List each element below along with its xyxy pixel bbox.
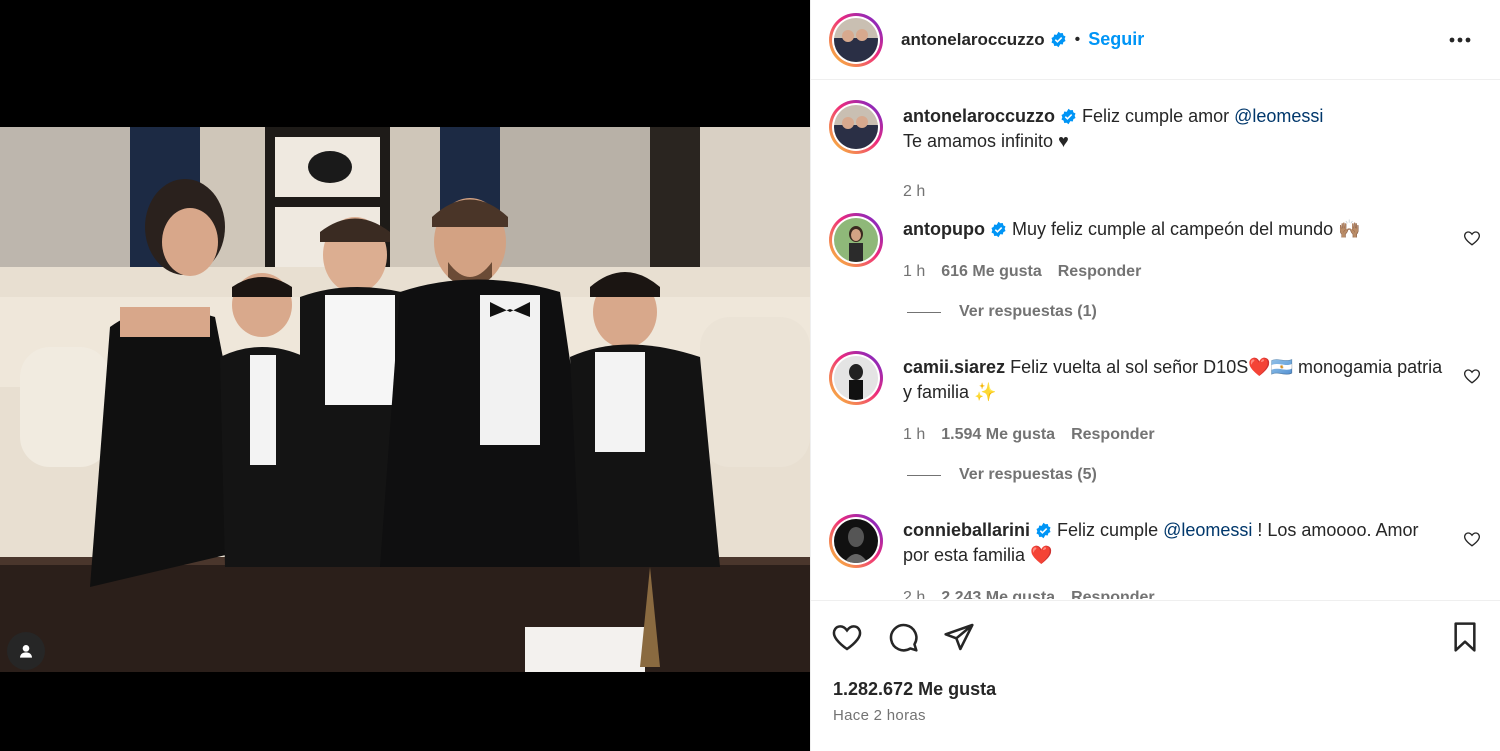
caption-avatar[interactable]	[829, 100, 883, 154]
verified-icon	[1061, 108, 1076, 125]
user-tag-icon[interactable]	[7, 632, 45, 670]
verified-icon	[1036, 522, 1051, 539]
follow-button[interactable]: Seguir	[1088, 29, 1144, 50]
view-replies-button[interactable]: Ver respuestas (5)	[907, 466, 1097, 484]
post-header: antonelaroccuzzo • Seguir	[811, 0, 1500, 80]
comment-text: Feliz cumple	[1057, 520, 1164, 540]
caption: antonelaroccuzzo Feliz cumple amor @leom…	[829, 100, 1483, 200]
comment-text: Muy feliz cumple al campeón del mundo 🙌🏽	[1012, 219, 1361, 239]
post-photo[interactable]	[0, 127, 810, 672]
heart-icon[interactable]	[831, 621, 863, 653]
view-replies-label: Ver respuestas (1)	[959, 303, 1097, 320]
replies-divider	[907, 311, 941, 313]
like-comment-heart-icon[interactable]	[1463, 530, 1481, 548]
comment-username[interactable]: antopupo	[903, 219, 985, 239]
view-replies-label: Ver respuestas (5)	[959, 466, 1097, 483]
author-username[interactable]: antonelaroccuzzo	[901, 30, 1045, 50]
comment-username[interactable]: camii.siarez	[903, 357, 1005, 377]
comment-mention-link[interactable]: @leomessi	[1163, 520, 1252, 540]
verified-icon	[991, 221, 1006, 238]
comment-item: connieballarini Feliz cumple @leomessi !…	[829, 514, 1483, 599]
author-avatar[interactable]	[829, 12, 883, 67]
like-comment-heart-icon[interactable]	[1463, 367, 1481, 385]
caption-text: Feliz cumple amor	[1082, 106, 1235, 126]
comment-item: camii.siarez Feliz vuelta al sol señor D…	[829, 351, 1483, 443]
comment-username[interactable]: connieballarini	[903, 520, 1030, 540]
verified-icon	[1051, 31, 1066, 48]
post-timestamp: Hace 2 horas	[833, 707, 926, 724]
post-panel: antonelaroccuzzo • Seguir antonelaroccuz…	[810, 0, 1500, 751]
post-likes-count[interactable]: 1.282.672 Me gusta	[833, 679, 996, 700]
comment-likes[interactable]: 1.594 Me gusta	[941, 426, 1055, 444]
caption-mention-link[interactable]: @leomessi	[1234, 106, 1323, 126]
share-icon[interactable]	[943, 621, 975, 653]
caption-text-line2: Te amamos infinito ♥	[903, 131, 1069, 151]
reply-button[interactable]: Responder	[1071, 589, 1155, 599]
replies-divider	[907, 474, 941, 476]
reply-button[interactable]: Responder	[1071, 426, 1155, 444]
separator-dot: •	[1074, 30, 1081, 48]
comment-avatar[interactable]	[829, 514, 883, 568]
comment-avatar[interactable]	[829, 351, 883, 405]
more-icon[interactable]	[1448, 28, 1472, 52]
comment-likes[interactable]: 616 Me gusta	[941, 263, 1041, 281]
post-media[interactable]	[0, 0, 810, 751]
comment-time: 1 h	[903, 263, 926, 280]
comments-list[interactable]: antonelaroccuzzo Feliz cumple amor @leom…	[811, 81, 1500, 599]
comment-avatar[interactable]	[829, 213, 883, 267]
comment-likes[interactable]: 2.243 Me gusta	[941, 589, 1055, 599]
view-replies-button[interactable]: Ver respuestas (1)	[907, 303, 1097, 321]
post-actions: 1.282.672 Me gusta Hace 2 horas	[811, 600, 1500, 751]
reply-button[interactable]: Responder	[1058, 263, 1142, 281]
caption-time: 2 h	[903, 183, 926, 200]
comment-icon[interactable]	[887, 621, 919, 653]
caption-username[interactable]: antonelaroccuzzo	[903, 106, 1055, 126]
comment-item: antopupo Muy feliz cumple al campeón del…	[829, 213, 1483, 280]
comment-time: 1 h	[903, 426, 926, 443]
bookmark-icon[interactable]	[1449, 621, 1481, 653]
comment-time: 2 h	[903, 589, 926, 599]
like-comment-heart-icon[interactable]	[1463, 229, 1481, 247]
